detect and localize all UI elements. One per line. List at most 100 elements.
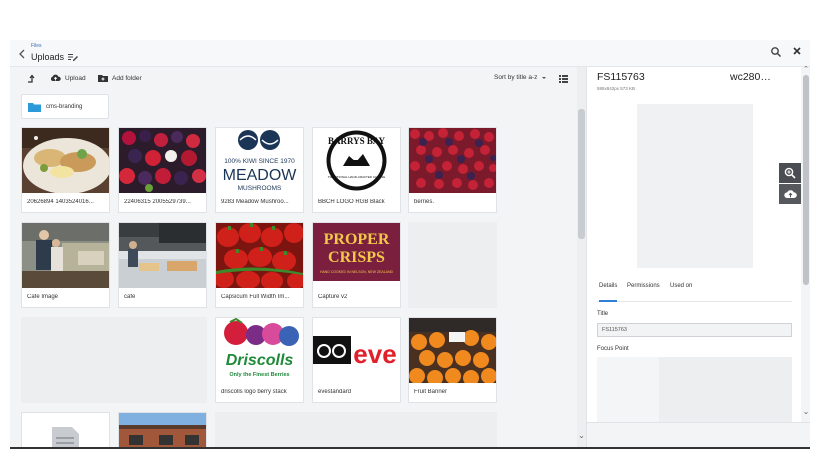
crisps-text: CRISPS: [328, 249, 385, 266]
add-folder-icon: [98, 75, 108, 82]
breadcrumb[interactable]: Files: [31, 43, 42, 49]
panel-scrollbar[interactable]: ⌃ ⌄: [801, 65, 810, 422]
meadow-top-text: 100% KIWI SINCE 1970: [224, 158, 295, 165]
search-icon[interactable]: [770, 46, 782, 58]
tab-used-on[interactable]: Used on: [670, 283, 692, 300]
zoom-button[interactable]: [779, 163, 801, 183]
file-preview: [637, 104, 753, 268]
scroll-down-arrow-icon[interactable]: ⌄: [577, 431, 586, 440]
file-name: 20626894 1403524016...: [27, 199, 94, 205]
cafe-thumbnail: [119, 223, 206, 288]
zoom-in-icon: [784, 167, 796, 179]
crisps-sub-text: HAND COOKED IN NELSON, NEW ZEALAND: [320, 270, 394, 274]
sort-label: Sort by title a-z: [494, 74, 538, 81]
building-thumbnail: [119, 413, 206, 447]
barrys-bay-logo: BARRYS BAY TRADITIONAL HAND-CRAFTED CHEE…: [313, 128, 400, 193]
file-tile[interactable]: PROPER CRISPS HAND COOKED IN NELSON, NEW…: [312, 222, 401, 308]
file-title-extra: wc280…: [730, 71, 771, 83]
chevron-down-icon: [542, 76, 547, 79]
folder-item[interactable]: cms-branding: [21, 94, 109, 119]
file-name: driscolls logo berry stack: [221, 389, 287, 395]
title-field-label: Title: [597, 311, 609, 317]
loading-placeholder: [408, 222, 497, 308]
file-name: 9283 Meadow Mushroo...: [221, 199, 289, 205]
back-arrow-icon[interactable]: [16, 48, 28, 60]
file-details-panel: FS115763 wc280… 595x842px 573 KB Details…: [586, 65, 810, 447]
berries-thumbnail: [409, 128, 496, 193]
file-name: Fruit Banner: [414, 389, 448, 395]
file-name: 22406315 2005529739...: [124, 199, 191, 205]
level-up-button[interactable]: [27, 74, 36, 83]
sort-dropdown[interactable]: Sort by title a-z: [494, 74, 547, 81]
file-tile[interactable]: cafe: [118, 222, 207, 308]
file-tile[interactable]: [118, 412, 207, 447]
file-name: berries.: [414, 199, 435, 205]
grid-scrollbar-thumb[interactable]: [578, 109, 585, 239]
replace-file-button[interactable]: [779, 184, 801, 204]
file-tile[interactable]: Capsicum Full Width Im...: [215, 222, 304, 308]
tab-details[interactable]: Details: [599, 283, 618, 302]
focus-point-label: Focus Point: [597, 346, 629, 352]
cloud-upload-icon: [783, 190, 797, 198]
file-name: evestandard: [318, 389, 352, 395]
panel-footer: [587, 422, 810, 447]
details-tabs: Details Permissions Used on: [597, 283, 792, 302]
file-tile[interactable]: Fruit Banner: [408, 317, 497, 403]
file-name: Capsicum Full Width Im...: [221, 294, 290, 300]
panel-scrollbar-thumb[interactable]: [803, 75, 809, 285]
driscolls-tag-text: Only the Finest Berries: [229, 372, 289, 378]
meadow-mushrooms-logo: 100% KIWI SINCE 1970 MEADOW MUSHROOMS: [216, 128, 303, 193]
scroll-down-arrow-icon[interactable]: ⌄: [801, 407, 810, 416]
proper-text: PROPER: [324, 231, 390, 248]
barrys-text: BARRYS BAY: [328, 136, 386, 146]
page-title: Uploads: [31, 52, 65, 62]
loading-placeholder: [215, 412, 497, 447]
food-plate-thumbnail: [22, 128, 109, 193]
close-icon[interactable]: [791, 45, 803, 57]
document-icon: [22, 413, 109, 447]
folder-icon: [28, 102, 41, 112]
eve-text: eve: [353, 339, 396, 369]
upload-button[interactable]: Upload: [50, 74, 86, 82]
file-tile[interactable]: [21, 412, 110, 447]
grid-scrollbar[interactable]: ⌄: [577, 67, 586, 447]
fruit-banner-thumbnail: [409, 318, 496, 383]
files-app: Files Uploads Upload Add folder Sort by …: [10, 40, 810, 449]
file-name: BBCH LOGO RGB Black: [318, 199, 385, 205]
focus-point-preview: [597, 357, 659, 423]
level-up-icon: [28, 74, 35, 83]
file-tile[interactable]: Driscolls Only the Finest Berries drisco…: [215, 317, 304, 403]
add-folder-button[interactable]: Add folder: [98, 74, 142, 82]
file-tile[interactable]: 20626894 1403524016...: [21, 127, 110, 213]
scroll-up-arrow-icon[interactable]: ⌃: [801, 65, 810, 73]
loading-placeholder: [21, 317, 207, 403]
edit-folder-icon[interactable]: [68, 52, 78, 62]
file-tile[interactable]: Cafe Image: [21, 222, 110, 308]
file-tile[interactable]: eve evestandard: [312, 317, 401, 403]
file-tile[interactable]: 100% KIWI SINCE 1970 MEADOW MUSHROOMS 92…: [215, 127, 304, 213]
meadow-sub-text: MUSHROOMS: [238, 185, 282, 192]
file-tile[interactable]: berries.: [408, 127, 497, 213]
file-tile[interactable]: BARRYS BAY TRADITIONAL HAND-CRAFTED CHEE…: [312, 127, 401, 213]
list-view-icon[interactable]: [559, 75, 568, 83]
folder-name: cms-branding: [46, 103, 83, 110]
upload-label: Upload: [65, 74, 86, 82]
add-folder-label: Add folder: [112, 74, 142, 82]
header-bar: Files Uploads: [10, 40, 810, 67]
file-meta: 595x842px 573 KB: [597, 86, 636, 91]
evestandard-logo: eve: [313, 318, 400, 383]
proper-crisps-logo: PROPER CRISPS HAND COOKED IN NELSON, NEW…: [313, 223, 400, 288]
meadow-main-text: MEADOW: [223, 167, 298, 184]
berry-dessert-thumbnail: [119, 128, 206, 193]
tab-permissions[interactable]: Permissions: [627, 283, 660, 300]
driscolls-text: Driscolls: [226, 352, 294, 369]
cloud-upload-icon: [50, 74, 61, 81]
file-name: Capture v2: [318, 294, 348, 300]
barrys-sub-text: TRADITIONAL HAND-CRAFTED CHEESE: [328, 175, 385, 179]
driscolls-logo: Driscolls Only the Finest Berries: [216, 318, 303, 383]
capsicum-thumbnail: [216, 223, 303, 288]
file-name: Cafe Image: [27, 294, 59, 300]
title-field[interactable]: [597, 323, 792, 337]
file-tile[interactable]: 22406315 2005529739...: [118, 127, 207, 213]
cafe-image-thumbnail: [22, 223, 109, 288]
